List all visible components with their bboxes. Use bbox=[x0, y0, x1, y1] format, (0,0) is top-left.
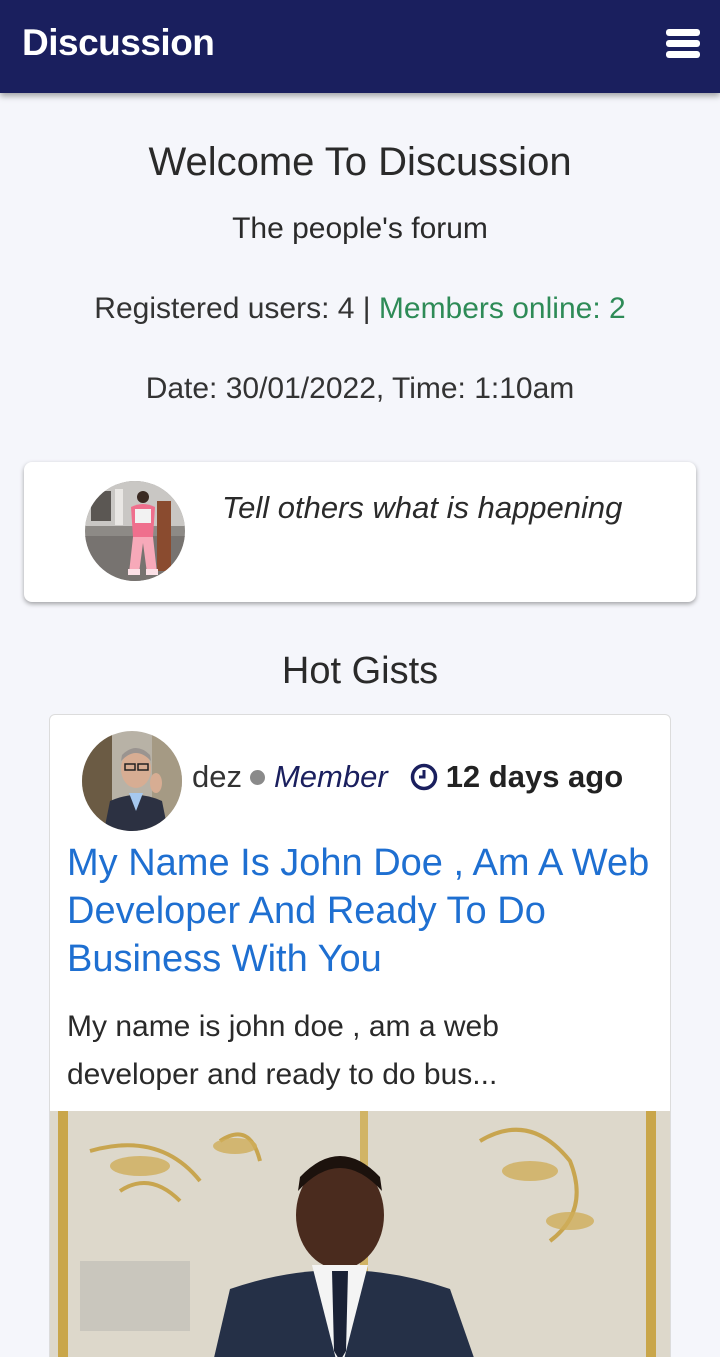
composer-prompt[interactable]: Tell others what is happening bbox=[222, 490, 622, 526]
forum-stats: Registered users: 4 | Members online: 2 bbox=[0, 292, 720, 326]
welcome-heading: Welcome To Discussion bbox=[148, 140, 572, 184]
author-avatar[interactable] bbox=[82, 731, 182, 831]
post-title-link[interactable]: My Name Is John Doe , Am A Web Developer… bbox=[67, 839, 662, 983]
tagline: The people's forum bbox=[232, 212, 488, 245]
post-time-ago: 12 days ago bbox=[445, 759, 624, 794]
hamburger-menu-icon[interactable] bbox=[664, 27, 704, 63]
members-online-count: Members online: 2 bbox=[378, 292, 626, 325]
post-excerpt: My name is john doe , am a web developer… bbox=[67, 1010, 499, 1091]
hot-gists-heading: Hot Gists bbox=[281, 650, 439, 692]
post-image[interactable] bbox=[50, 1111, 670, 1357]
author-name[interactable]: dez bbox=[192, 759, 242, 795]
online-status-dot bbox=[249, 769, 265, 785]
post-card: dez Member 12 days ago My Name Is John D… bbox=[49, 714, 671, 1357]
top-navbar: Discussion bbox=[0, 0, 720, 93]
post-composer[interactable]: Tell others what is happening bbox=[24, 462, 696, 602]
author-role: Member bbox=[273, 759, 388, 794]
date-time: Date: 30/01/2022, Time: 1:10am bbox=[145, 372, 575, 405]
registered-users-count: Registered users: 4 | bbox=[94, 292, 379, 325]
brand-title[interactable]: Discussion bbox=[22, 22, 215, 64]
clock-icon bbox=[410, 763, 438, 791]
post-meta: dez Member 12 days ago bbox=[192, 759, 623, 795]
current-user-avatar bbox=[85, 481, 185, 581]
